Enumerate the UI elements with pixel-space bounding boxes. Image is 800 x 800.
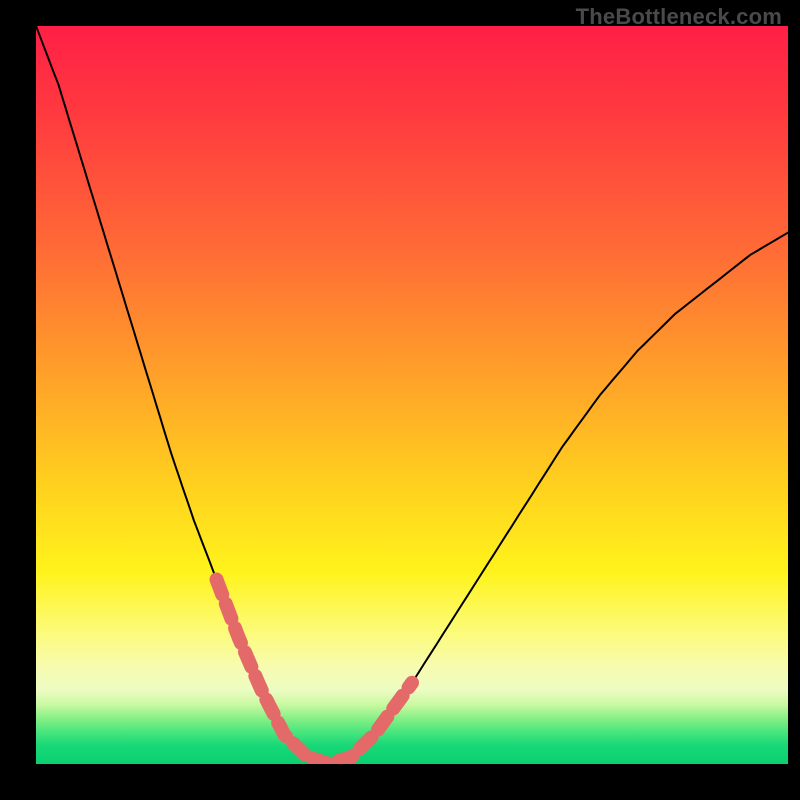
- curve-layer: [36, 26, 788, 764]
- curve-highlight-beads: [217, 580, 413, 765]
- chart-figure: TheBottleneck.com: [0, 0, 800, 800]
- watermark-text: TheBottleneck.com: [576, 4, 782, 30]
- plot-area: [36, 26, 788, 764]
- bottleneck-curve: [36, 26, 788, 764]
